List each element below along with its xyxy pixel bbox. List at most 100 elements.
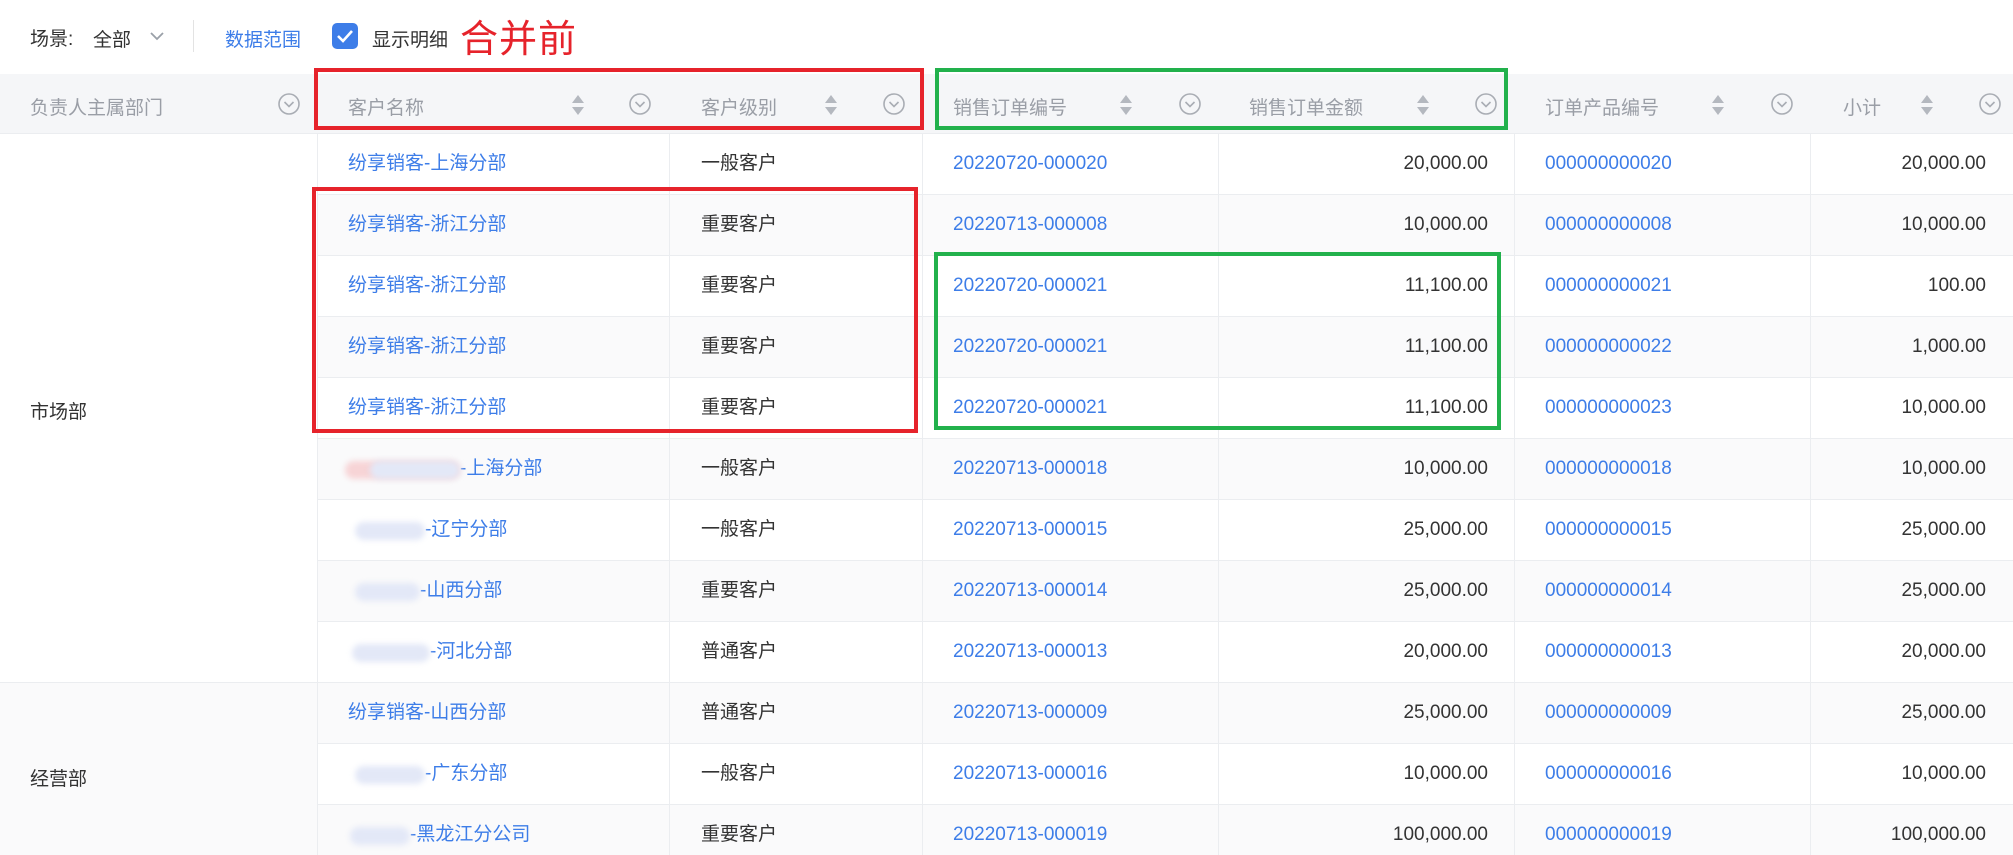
column-divider — [922, 500, 923, 560]
product-no-cell[interactable]: 000000000014 — [1514, 561, 1810, 621]
order-amount-cell: 20,000.00 — [1403, 153, 1488, 174]
column-divider — [669, 805, 670, 855]
report-table: 负责人主属部门 客户名称 客户级别 销售订单编号 销售订单金额 订单产品编号 小… — [0, 74, 2013, 855]
product-no-cell[interactable]: 000000000022 — [1514, 317, 1810, 377]
column-divider — [922, 622, 923, 682]
column-divider — [1810, 134, 1811, 194]
product-no-cell[interactable]: 000000000008 — [1514, 195, 1810, 255]
column-divider — [922, 195, 923, 255]
column-divider — [1218, 500, 1219, 560]
column-divider — [1514, 561, 1515, 621]
department-label: 市场部 — [30, 402, 88, 423]
scene-label: 场景: — [30, 29, 74, 50]
customer-level-cell: 一般客户 — [701, 763, 778, 784]
column-divider — [1218, 805, 1219, 855]
order-amount-cell: 25,000.00 — [1403, 702, 1488, 723]
department-cell-operations: 经营部 — [0, 683, 318, 855]
column-divider — [1514, 134, 1515, 194]
column-divider — [1514, 256, 1515, 316]
redacted-text — [355, 583, 420, 601]
chevron-down-icon[interactable] — [148, 27, 166, 45]
order-no-cell[interactable]: 20220713-000016 — [922, 744, 1218, 804]
column-divider — [1514, 378, 1515, 438]
product-no-cell[interactable]: 000000000023 — [1514, 378, 1810, 438]
column-header-label: 小计 — [1843, 98, 1882, 119]
sort-icon[interactable] — [1711, 94, 1725, 116]
department-cell-market: 市场部 — [0, 134, 318, 683]
column-divider — [1218, 622, 1219, 682]
column-divider — [1514, 805, 1515, 855]
column-divider — [1810, 195, 1811, 255]
redacted-text — [352, 644, 430, 662]
order-no-cell[interactable]: 20220713-000009 — [922, 683, 1218, 743]
order-amount-cell: 10,000.00 — [1403, 458, 1488, 479]
toolbar: 场景: 全部 数据范围 显示明细 合并前 — [0, 0, 2013, 74]
product-no-cell[interactable]: 000000000015 — [1514, 500, 1810, 560]
column-header-label: 订单产品编号 — [1545, 98, 1660, 119]
order-amount-cell: 100,000.00 — [1392, 824, 1488, 845]
customer-level-cell: 重要客户 — [701, 824, 778, 845]
product-no-cell[interactable]: 000000000021 — [1514, 256, 1810, 316]
column-divider — [1514, 683, 1515, 743]
data-range-link[interactable]: 数据范围 — [225, 25, 301, 52]
column-divider — [1218, 195, 1219, 255]
order-amount-cell: 25,000.00 — [1403, 580, 1488, 601]
column-divider — [669, 439, 670, 499]
order-no-cell[interactable]: 20220720-000020 — [922, 134, 1218, 194]
subtotal-cell: 25,000.00 — [1901, 580, 1986, 601]
order-amount-cell: 25,000.00 — [1403, 519, 1488, 540]
column-header-label: 负责人主属部门 — [30, 98, 164, 119]
product-no-cell[interactable]: 000000000013 — [1514, 622, 1810, 682]
column-divider — [1218, 683, 1219, 743]
column-header-product-no[interactable]: 订单产品编号 — [1514, 74, 1810, 134]
column-divider — [1218, 744, 1219, 804]
product-no-cell[interactable]: 000000000019 — [1514, 805, 1810, 855]
column-divider — [1810, 256, 1811, 316]
customer-level-cell: 一般客户 — [701, 458, 778, 479]
order-no-cell[interactable]: 20220713-000013 — [922, 622, 1218, 682]
redacted-text — [355, 766, 425, 784]
column-divider — [1810, 805, 1811, 855]
annotation-before-merge: 合并前 — [460, 17, 578, 61]
column-divider — [1810, 439, 1811, 499]
redacted-text — [370, 461, 460, 479]
product-no-cell[interactable]: 000000000009 — [1514, 683, 1810, 743]
column-divider — [922, 805, 923, 855]
column-divider — [922, 439, 923, 499]
department-label: 经营部 — [30, 769, 88, 790]
product-no-cell[interactable]: 000000000020 — [1514, 134, 1810, 194]
subtotal-cell: 25,000.00 — [1901, 702, 1986, 723]
show-detail-checkbox[interactable] — [332, 23, 358, 49]
column-divider — [1218, 561, 1219, 621]
order-no-cell[interactable]: 20220713-000018 — [922, 439, 1218, 499]
sort-icon[interactable] — [1920, 94, 1934, 116]
order-no-cell[interactable]: 20220713-000019 — [922, 805, 1218, 855]
order-no-cell[interactable]: 20220713-000015 — [922, 500, 1218, 560]
order-no-cell[interactable]: 20220713-000008 — [922, 195, 1218, 255]
column-divider — [1514, 317, 1515, 377]
column-divider — [669, 134, 670, 194]
red-highlight-header — [314, 68, 924, 130]
column-divider — [1514, 622, 1515, 682]
product-no-cell[interactable]: 000000000016 — [1514, 744, 1810, 804]
subtotal-cell: 10,000.00 — [1901, 397, 1986, 418]
customer-name-cell[interactable]: 纷享销客-上海分部 — [318, 134, 669, 194]
order-amount-cell: 20,000.00 — [1403, 641, 1488, 662]
column-divider — [1810, 561, 1811, 621]
check-icon — [337, 30, 353, 43]
column-divider — [1810, 317, 1811, 377]
column-divider — [669, 561, 670, 621]
filter-circle-icon[interactable] — [1770, 92, 1794, 116]
order-no-cell[interactable]: 20220713-000014 — [922, 561, 1218, 621]
product-no-cell[interactable]: 000000000018 — [1514, 439, 1810, 499]
column-header-subtotal[interactable]: 小计 — [1810, 74, 2013, 134]
column-divider — [922, 744, 923, 804]
column-divider — [1514, 500, 1515, 560]
scene-select-value[interactable]: 全部 — [93, 25, 131, 52]
column-header-department[interactable]: 负责人主属部门 — [0, 74, 318, 134]
column-divider — [922, 256, 923, 316]
customer-name-cell[interactable]: 纷享销客-山西分部 — [318, 683, 669, 743]
filter-circle-icon[interactable] — [1978, 92, 2002, 116]
green-highlight-header — [935, 68, 1508, 130]
filter-circle-icon[interactable] — [277, 92, 301, 116]
